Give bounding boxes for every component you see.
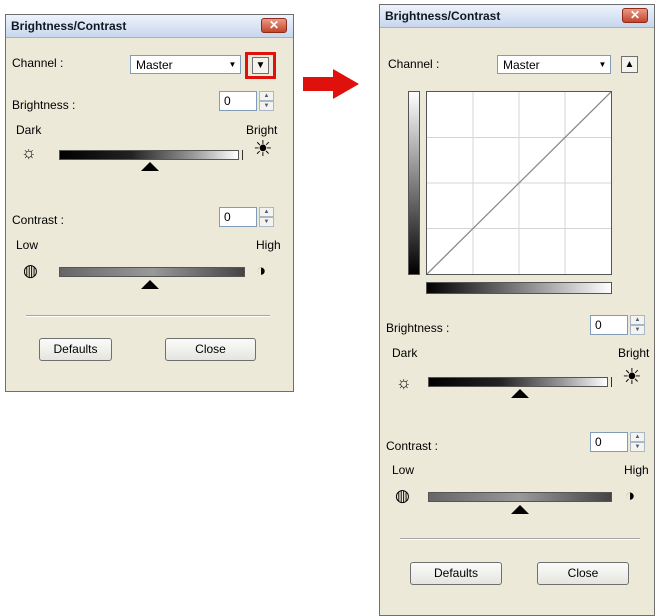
- spin-up-button[interactable]: ▲: [259, 207, 274, 217]
- output-gradient-bar: [408, 91, 420, 275]
- bright-label: Bright: [246, 123, 278, 137]
- contrast-value: 0: [224, 210, 231, 224]
- channel-label: Channel :: [12, 56, 64, 70]
- input-gradient-bar: [426, 282, 612, 294]
- contrast-input[interactable]: 0: [590, 432, 628, 452]
- brightness-label: Brightness :: [12, 98, 76, 112]
- channel-label: Channel :: [388, 57, 440, 71]
- chevron-down-icon: ▼: [228, 60, 237, 69]
- brightness-value: 0: [224, 94, 231, 108]
- high-label: High: [256, 238, 281, 252]
- contrast-label: Contrast :: [12, 213, 65, 227]
- close-window-button[interactable]: ✕: [622, 8, 648, 23]
- brightness-contrast-dialog-collapsed: Brightness/Contrast ✕ Channel : Master ▼…: [5, 14, 294, 392]
- expand-toggle-button[interactable]: ▼: [252, 57, 269, 74]
- contrast-input[interactable]: 0: [219, 207, 257, 227]
- dim-sun-icon: ☼: [21, 143, 37, 162]
- tone-curve-graph: [426, 91, 612, 275]
- contrast-slider-track[interactable]: [59, 267, 245, 277]
- close-window-button[interactable]: ✕: [261, 18, 287, 33]
- brightness-spinner[interactable]: 0 ▲ ▼: [590, 315, 648, 335]
- title-bar: Brightness/Contrast ✕: [6, 15, 293, 38]
- brightness-input[interactable]: 0: [219, 91, 257, 111]
- bright-sun-icon: ☀: [253, 136, 273, 161]
- low-label: Low: [392, 463, 415, 477]
- bright-label: Bright: [618, 346, 650, 360]
- chevron-down-icon: ▼: [598, 60, 607, 69]
- tone-curve-svg: [426, 91, 612, 275]
- brightness-slider-thumb[interactable]: [141, 162, 159, 171]
- low-contrast-icon: ◍: [395, 486, 410, 505]
- contrast-slider-thumb[interactable]: [141, 280, 159, 289]
- dim-sun-icon: ☼: [396, 373, 412, 392]
- slider-end-tick: [242, 150, 243, 160]
- brightness-slider-thumb[interactable]: [511, 389, 529, 398]
- dark-label: Dark: [16, 123, 42, 137]
- brightness-slider-track[interactable]: [428, 377, 608, 387]
- spin-down-button[interactable]: ▼: [259, 217, 274, 227]
- bright-sun-icon: ☀: [622, 364, 642, 389]
- brightness-input[interactable]: 0: [590, 315, 628, 335]
- spin-up-button[interactable]: ▲: [630, 432, 645, 442]
- close-button[interactable]: Close: [537, 562, 629, 585]
- spin-down-button[interactable]: ▼: [630, 325, 645, 335]
- close-button[interactable]: Close: [165, 338, 256, 361]
- divider: [400, 538, 640, 540]
- transition-arrow: [303, 77, 333, 91]
- contrast-spinner[interactable]: 0 ▲ ▼: [219, 207, 277, 227]
- dark-label: Dark: [392, 346, 418, 360]
- spin-up-button[interactable]: ▲: [630, 315, 645, 325]
- brightness-slider-track[interactable]: [59, 150, 239, 160]
- brightness-value: 0: [595, 318, 602, 332]
- divider: [26, 315, 270, 317]
- channel-value: Master: [136, 58, 173, 72]
- spin-down-button[interactable]: ▼: [630, 442, 645, 452]
- spin-up-button[interactable]: ▲: [259, 91, 274, 101]
- defaults-button[interactable]: Defaults: [410, 562, 502, 585]
- brightness-spinner[interactable]: 0 ▲ ▼: [219, 91, 277, 111]
- title-bar: Brightness/Contrast ✕: [380, 5, 654, 28]
- window-title: Brightness/Contrast: [385, 9, 501, 23]
- channel-select[interactable]: Master ▼: [497, 55, 611, 74]
- brightness-label: Brightness :: [386, 321, 450, 335]
- collapse-toggle-button[interactable]: ▲: [621, 56, 638, 73]
- contrast-label: Contrast :: [386, 439, 439, 453]
- high-contrast-icon: ◑: [625, 486, 636, 505]
- contrast-slider-thumb[interactable]: [511, 505, 529, 514]
- window-title: Brightness/Contrast: [11, 19, 127, 33]
- slider-end-tick: [611, 377, 612, 387]
- channel-select[interactable]: Master ▼: [130, 55, 241, 74]
- channel-value: Master: [503, 58, 540, 72]
- low-label: Low: [16, 238, 39, 252]
- low-contrast-icon: ◍: [23, 261, 38, 280]
- spin-down-button[interactable]: ▼: [259, 101, 274, 111]
- contrast-spinner[interactable]: 0 ▲ ▼: [590, 432, 648, 452]
- defaults-button[interactable]: Defaults: [39, 338, 112, 361]
- transition-arrow-head: [333, 69, 359, 99]
- high-contrast-icon: ◑: [256, 261, 267, 280]
- contrast-slider-track[interactable]: [428, 492, 612, 502]
- contrast-value: 0: [595, 435, 602, 449]
- high-label: High: [624, 463, 649, 477]
